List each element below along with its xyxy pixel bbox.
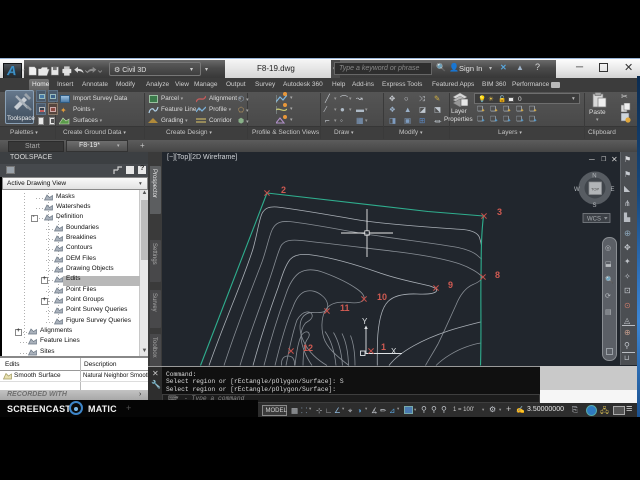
- svg-text:8: 8: [495, 270, 500, 280]
- svg-text:9: 9: [448, 280, 453, 290]
- svg-text:E: E: [611, 187, 615, 193]
- svg-text:N: N: [592, 174, 596, 180]
- svg-text:WCS: WCS: [587, 217, 601, 223]
- svg-text:Y: Y: [362, 317, 368, 326]
- svg-text:TOP: TOP: [591, 187, 599, 192]
- svg-text:X: X: [391, 347, 397, 356]
- svg-text:1: 1: [381, 342, 386, 352]
- svg-text:11: 11: [340, 303, 350, 313]
- svg-text:S: S: [593, 203, 597, 209]
- svg-text:W: W: [574, 187, 580, 193]
- svg-text:10: 10: [377, 292, 387, 302]
- svg-text:12: 12: [303, 343, 313, 353]
- svg-text:3: 3: [497, 207, 502, 217]
- svg-text:2: 2: [281, 185, 286, 195]
